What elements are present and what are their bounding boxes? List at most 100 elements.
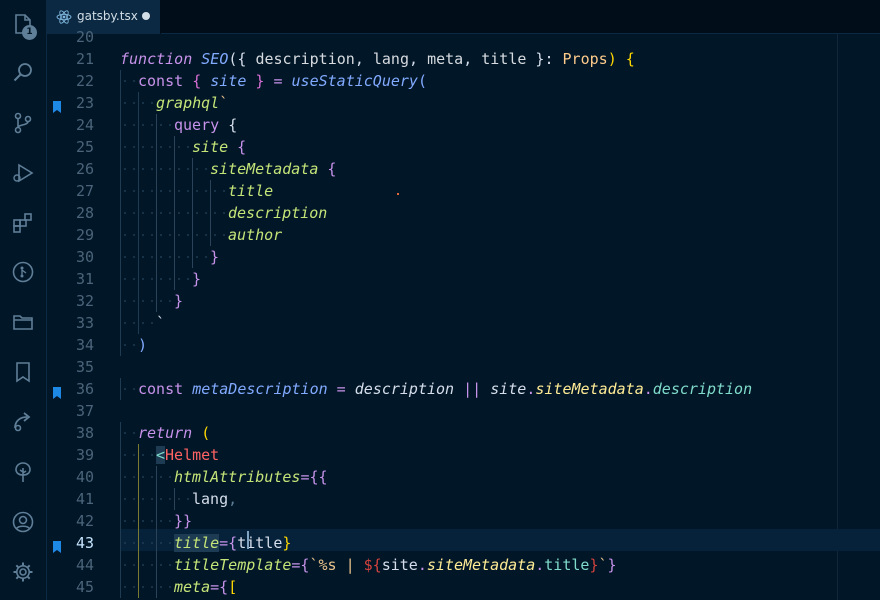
line-number[interactable]: 28 — [46, 202, 94, 224]
code-token: title — [228, 182, 274, 200]
line-number[interactable]: 32 — [46, 290, 94, 312]
line-number[interactable]: 27 — [46, 180, 94, 202]
code-token: meta — [174, 578, 211, 596]
code-text[interactable]: } — [210, 246, 219, 268]
line-number[interactable]: 44 — [46, 554, 94, 576]
code-token: } — [174, 292, 184, 310]
whitespace-dot — [151, 168, 153, 170]
code-token: ={ — [210, 578, 229, 596]
code-text[interactable]: title={title} — [174, 532, 291, 554]
line-number[interactable]: 42 — [46, 510, 94, 532]
code-text[interactable]: const metaDescription = description || s… — [138, 378, 752, 400]
whitespace-dot — [124, 278, 126, 280]
whitespace-dot — [133, 190, 135, 192]
whitespace-dot — [151, 256, 153, 258]
indent-guide — [138, 180, 139, 202]
code-text[interactable]: lang, — [192, 488, 237, 510]
unsaved-dot-icon[interactable] — [142, 12, 150, 20]
line-number[interactable]: 22 — [46, 70, 94, 92]
account-icon[interactable] — [11, 510, 35, 534]
indent-guide — [138, 554, 139, 576]
line-number[interactable]: 24 — [46, 114, 94, 136]
code-text[interactable]: }} — [174, 510, 192, 532]
code-text[interactable]: query { — [174, 114, 237, 136]
bookmark-icon[interactable] — [53, 97, 61, 113]
whitespace-dot — [133, 344, 135, 346]
line-number[interactable]: 20 — [46, 26, 94, 48]
line-number[interactable]: 21 — [46, 48, 94, 70]
source-control-icon[interactable] — [11, 111, 35, 135]
line-number[interactable]: 38 — [46, 422, 94, 444]
code-text[interactable]: } — [174, 290, 183, 312]
code-text[interactable]: author — [228, 224, 282, 246]
code-token: . — [535, 556, 545, 574]
whitespace-dot — [187, 168, 189, 170]
bookmark-icon[interactable] — [53, 383, 61, 399]
line-number[interactable]: 37 — [46, 400, 94, 422]
whitespace-dot — [160, 520, 162, 522]
code-text[interactable]: <Helmet — [156, 444, 219, 466]
code-editor[interactable]: 20 21 function SEO({ description, lang, me… — [46, 28, 880, 600]
line-number[interactable]: 45 — [46, 576, 94, 598]
extensions-icon[interactable] — [11, 211, 35, 235]
code-token: siteMetadata — [535, 380, 644, 398]
line-number[interactable]: 26 — [46, 158, 94, 180]
indent-guide — [138, 444, 139, 466]
indent-guide — [156, 180, 157, 202]
whitespace-dot — [160, 564, 162, 566]
line-number[interactable]: 29 — [46, 224, 94, 246]
line-number[interactable]: 25 — [46, 136, 94, 158]
settings-gear-icon[interactable] — [11, 560, 35, 584]
indent-guide — [138, 246, 139, 268]
indent-guide — [192, 224, 193, 246]
whitespace-dot — [169, 476, 171, 478]
code-line: 21 function SEO({ description, lang, meta… — [46, 48, 880, 70]
code-line: 22 const { site } = useStaticQuery( — [46, 70, 880, 92]
line-number[interactable]: 33 — [46, 312, 94, 334]
indent-guide — [138, 268, 139, 290]
line-number[interactable]: 40 — [46, 466, 94, 488]
line-number[interactable]: 31 — [46, 268, 94, 290]
code-text[interactable]: function SEO({ description, lang, meta, … — [120, 48, 635, 70]
code-text[interactable]: titleTemplate={`%s | ${site.siteMetadata… — [174, 554, 617, 576]
code-text[interactable]: htmlAttributes={{ — [174, 466, 328, 488]
indent-guide — [120, 466, 121, 488]
code-text[interactable]: const { site } = useStaticQuery( — [138, 70, 427, 92]
whitespace-dot — [124, 190, 126, 192]
whitespace-dot — [133, 102, 135, 104]
tree-icon[interactable] — [11, 460, 35, 484]
code-text[interactable]: } — [192, 268, 201, 290]
code-line: 27 title — [46, 180, 880, 202]
line-number[interactable]: 34 — [46, 334, 94, 356]
line-number[interactable]: 30 — [46, 246, 94, 268]
code-text[interactable]: return ( — [138, 422, 210, 444]
gitlens-icon[interactable] — [11, 260, 35, 284]
code-text[interactable]: ) — [138, 334, 147, 356]
code-text[interactable]: ` — [156, 312, 165, 334]
bookmarks-icon[interactable] — [11, 360, 35, 384]
indent-guide — [192, 180, 193, 202]
whitespace-dot — [151, 542, 153, 544]
indent-guide — [120, 268, 121, 290]
code-text[interactable]: graphql` — [156, 92, 228, 114]
run-debug-icon[interactable] — [11, 161, 35, 185]
whitespace-dot — [151, 586, 153, 588]
code-token: ( — [417, 72, 427, 90]
code-text[interactable]: site { — [192, 136, 246, 158]
code-token: } — [282, 534, 292, 552]
remote-icon[interactable] — [11, 410, 35, 434]
code-text[interactable]: meta={[ — [174, 576, 237, 598]
search-icon[interactable] — [11, 60, 35, 84]
bookmark-icon[interactable] — [53, 537, 61, 553]
code-line: 32} — [46, 290, 880, 312]
code-text[interactable]: description — [228, 202, 327, 224]
code-token: description — [652, 380, 753, 398]
code-text[interactable]: siteMetadata { — [210, 158, 336, 180]
line-number[interactable]: 35 — [46, 356, 94, 378]
line-number[interactable]: 39 — [46, 444, 94, 466]
code-token: = — [273, 72, 292, 90]
code-text[interactable]: title — [228, 180, 273, 202]
folders-icon[interactable] — [11, 310, 35, 334]
code-token: , — [463, 50, 482, 68]
line-number[interactable]: 41 — [46, 488, 94, 510]
